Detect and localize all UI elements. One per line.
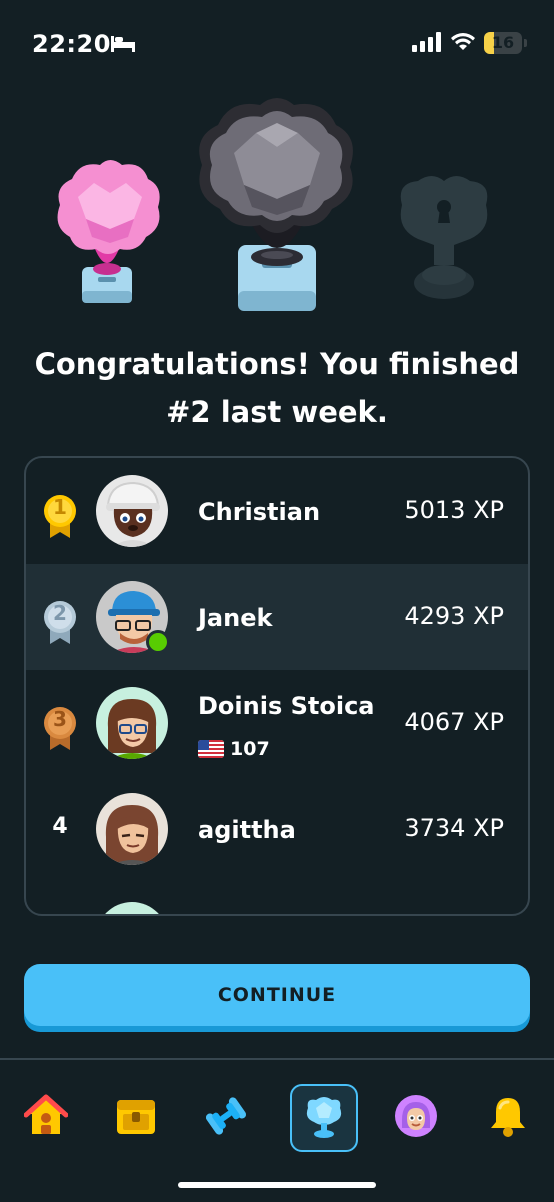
- trophy-podium: [0, 95, 554, 325]
- user-name: agittha: [198, 816, 296, 844]
- user-xp: 4293 XP: [404, 602, 504, 630]
- rank-number: 4: [52, 814, 68, 839]
- user-xp: 4067 XP: [404, 708, 504, 736]
- avatar[interactable]: [96, 687, 168, 759]
- status-time: 22:20: [32, 30, 111, 58]
- user-streak: 107: [198, 738, 270, 760]
- trophy-icon: [306, 1097, 342, 1138]
- user-name: Doinis Stoica: [198, 692, 375, 720]
- user-name: Janek: [198, 604, 273, 632]
- tab-home[interactable]: [14, 1084, 78, 1148]
- user-name: Christian: [198, 498, 321, 526]
- leaderboard[interactable]: 1 Christian 5013 XP 2 Janek 4293 XP 3 Do…: [24, 456, 530, 916]
- tab-practice[interactable]: [194, 1084, 258, 1148]
- leaderboard-row[interactable]: 3 Doinis Stoica 107 4067 XP: [26, 670, 528, 776]
- rank-number: 1: [53, 495, 67, 519]
- us-flag-icon: [198, 740, 224, 758]
- rank-number: 2: [53, 601, 67, 625]
- bottom-tab-bar: [0, 1058, 554, 1202]
- headline-line-1: Congratulations! You finished: [34, 347, 520, 381]
- cellular-signal-icon: [412, 32, 442, 56]
- tab-quests[interactable]: [104, 1084, 168, 1148]
- user-xp: 5013 XP: [404, 496, 504, 524]
- bell-icon: [491, 1098, 525, 1137]
- sleep-focus-icon: [110, 34, 136, 52]
- tab-notifications[interactable]: [476, 1084, 540, 1148]
- leaderboard-row-partial[interactable]: [26, 882, 528, 914]
- pink-trophy-icon: [57, 160, 160, 303]
- tab-profile[interactable]: [384, 1084, 448, 1148]
- avatar[interactable]: [96, 902, 168, 914]
- user-xp: 3734 XP: [404, 814, 504, 842]
- profile-icon: [395, 1095, 437, 1137]
- continue-button[interactable]: CONTINUE: [24, 964, 530, 1026]
- battery-tip: [524, 39, 527, 47]
- avatar[interactable]: [96, 793, 168, 865]
- battery-indicator: 16: [484, 32, 522, 54]
- headline-line-2: #2 last week.: [166, 395, 388, 429]
- congratulations-message: Congratulations! You finished #2 last we…: [20, 340, 534, 436]
- silver-trophy-icon: [199, 98, 353, 311]
- online-status-indicator: [146, 630, 170, 654]
- locked-trophy-icon: [400, 176, 488, 299]
- leaderboard-row[interactable]: 4 agittha 3734 XP: [26, 776, 528, 882]
- chest-icon: [117, 1100, 155, 1134]
- leaderboard-row-current-user[interactable]: 2 Janek 4293 XP: [26, 564, 528, 670]
- dumbbell-icon: [205, 1097, 247, 1135]
- wifi-icon: [450, 31, 476, 55]
- leaderboard-row[interactable]: 1 Christian 5013 XP: [26, 458, 528, 564]
- tab-leaderboards[interactable]: [290, 1084, 358, 1152]
- rank-number: 3: [53, 707, 67, 731]
- battery-level: 16: [491, 33, 515, 52]
- streak-count: 107: [230, 738, 270, 760]
- home-indicator[interactable]: [178, 1182, 376, 1188]
- status-bar: 22:20 16: [0, 0, 554, 90]
- home-icon: [24, 1094, 68, 1134]
- avatar[interactable]: [96, 475, 168, 547]
